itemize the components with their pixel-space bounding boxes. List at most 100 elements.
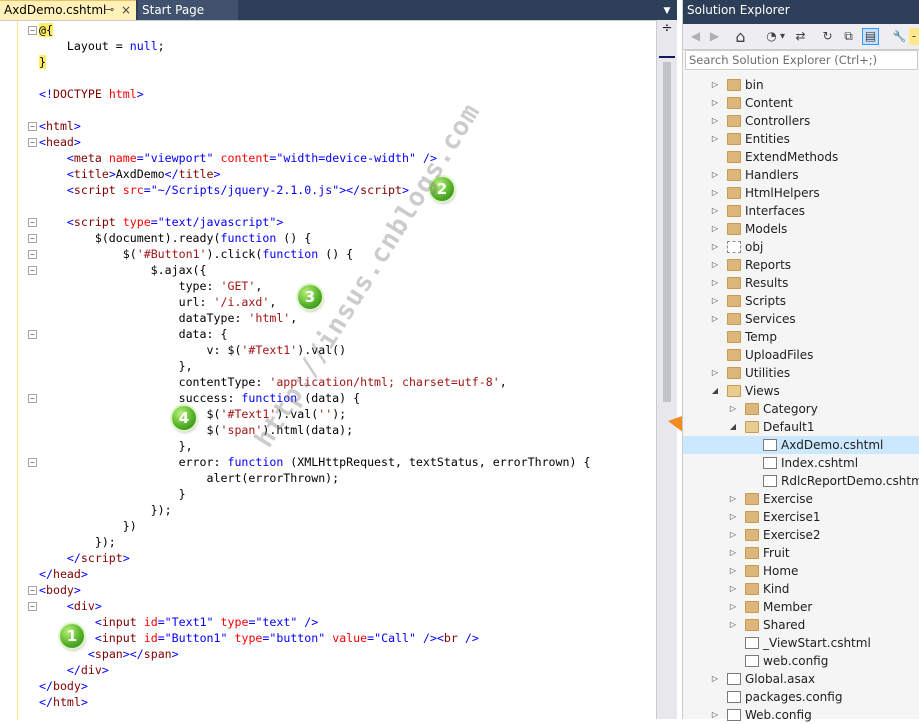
tree-item[interactable]: ExtendMethods [683,148,919,166]
explorer-search-box[interactable] [685,50,919,70]
collapsed-arrow-icon[interactable]: ▷ [728,562,738,580]
more-icon[interactable]: - [909,28,919,45]
collapsed-arrow-icon[interactable]: ▷ [710,310,720,328]
collapsed-arrow-icon[interactable]: ▷ [710,292,720,310]
code-token: function [227,455,284,469]
tree-item[interactable]: ▷ HtmlHelpers [683,184,919,202]
tree-item[interactable]: ◢ Default1 [683,418,919,436]
collapse-toggle-icon[interactable]: − [28,234,37,243]
tree-item[interactable]: ▷ obj [683,238,919,256]
expanded-arrow-icon[interactable]: ◢ [728,418,738,436]
properties-icon[interactable]: 🔧 [891,28,908,45]
collapse-toggle-icon[interactable]: − [28,330,37,339]
history-dropdown-icon[interactable]: ▾ [778,28,787,45]
tab-dropdown-icon[interactable]: ▼ [659,0,675,20]
tree-item[interactable]: AxdDemo.cshtml [683,436,919,454]
collapsed-arrow-icon[interactable]: ▷ [710,202,720,220]
collapsed-arrow-icon[interactable]: ▷ [710,220,720,238]
tree-item[interactable]: ▷ Exercise2 [683,526,919,544]
tree-item[interactable]: packages.config [683,688,919,706]
tree-item[interactable]: ▷ Exercise [683,490,919,508]
tree-item[interactable]: _ViewStart.cshtml [683,634,919,652]
tree-item[interactable]: ▷ Exercise1 [683,508,919,526]
tree-item[interactable]: ▷ Content [683,94,919,112]
sync-icon[interactable]: ⇄ [792,28,809,45]
tree-item[interactable]: ▷ Results [683,274,919,292]
collapsed-arrow-icon[interactable]: ▷ [728,580,738,598]
home-icon[interactable]: ⌂ [732,28,749,45]
code-area[interactable]: @{ Layout = null;} <!DOCTYPE html> <html> <… [0,20,656,720]
scroll-thumb[interactable] [663,62,671,402]
collapse-toggle-icon[interactable]: − [28,250,37,259]
tree-item[interactable]: ▷ Services [683,310,919,328]
tree-item[interactable]: ▷ Handlers [683,166,919,184]
collapsed-arrow-icon[interactable]: ▷ [710,256,720,274]
tree-item[interactable]: ▷ Shared [683,616,919,634]
explorer-search-input[interactable] [686,51,919,69]
collapsed-arrow-icon[interactable]: ▷ [710,238,720,256]
tree-item[interactable]: ▷ Web.config [683,706,919,724]
tree-item[interactable]: ▷ Models [683,220,919,238]
collapsed-arrow-icon[interactable]: ▷ [728,490,738,508]
tree-item[interactable]: ▷ Controllers [683,112,919,130]
collapsed-arrow-icon[interactable]: ▷ [710,76,720,94]
pin-icon[interactable]: ⊸ [105,0,114,20]
back-icon[interactable]: ◀ [687,28,704,45]
collapse-all-icon[interactable]: ⧉ [840,28,857,45]
collapse-toggle-icon[interactable]: − [28,394,37,403]
collapse-toggle-icon[interactable]: − [28,218,37,227]
collapsed-arrow-icon[interactable]: ▷ [710,184,720,202]
close-icon[interactable]: × [121,0,131,20]
refresh-icon[interactable]: ↻ [819,28,836,45]
collapse-toggle-icon[interactable]: − [28,602,37,611]
tree-item[interactable]: ▷ Kind [683,580,919,598]
collapsed-arrow-icon[interactable]: ▷ [710,706,720,724]
tab-axddemo[interactable]: AxdDemo.cshtml ⊸ × [0,0,136,20]
collapse-toggle-icon[interactable]: − [28,138,37,147]
expanded-arrow-icon[interactable]: ◢ [710,382,720,400]
tree-item[interactable]: Temp [683,328,919,346]
code-editor[interactable]: AxdDemo.cshtml ⊸ × Start Page ▼ @{ Layou… [0,0,677,720]
collapse-toggle-icon[interactable]: − [28,122,37,131]
tree-item[interactable]: ▷ Interfaces [683,202,919,220]
collapsed-arrow-icon[interactable]: ▷ [728,526,738,544]
tab-start-page[interactable]: Start Page [138,0,238,20]
collapse-toggle-icon[interactable]: − [28,458,37,467]
tree-item[interactable]: ▷ Home [683,562,919,580]
tree-item[interactable]: ▷ Reports [683,256,919,274]
collapsed-arrow-icon[interactable]: ▷ [728,508,738,526]
collapsed-arrow-icon[interactable]: ▷ [710,130,720,148]
tree-item[interactable]: UploadFiles [683,346,919,364]
tree-item[interactable]: ▷ Global.asax [683,670,919,688]
split-icon[interactable]: ÷ [660,22,674,36]
collapsed-arrow-icon[interactable]: ▷ [728,616,738,634]
collapsed-arrow-icon[interactable]: ▷ [710,274,720,292]
tree-item[interactable]: ▷ Entities [683,130,919,148]
tree-item[interactable]: ▷ Member [683,598,919,616]
tree-item[interactable]: ▷ bin [683,76,919,94]
code-line: </script> [39,550,130,566]
tree-item[interactable]: ◢ Views [683,382,919,400]
show-all-files-icon[interactable]: ▤ [862,28,879,45]
tree-item[interactable]: Index.cshtml [683,454,919,472]
forward-icon[interactable]: ▶ [706,28,723,45]
tree-item[interactable]: RdlcReportDemo.cshtml [683,472,919,490]
tree-item[interactable]: ▷ Fruit [683,544,919,562]
tree-item[interactable]: ▷ Scripts [683,292,919,310]
collapsed-arrow-icon[interactable]: ▷ [728,598,738,616]
collapse-toggle-icon[interactable]: − [28,266,37,275]
collapsed-arrow-icon[interactable]: ▷ [710,94,720,112]
vertical-scrollbar[interactable]: ÷ [656,20,677,719]
collapse-toggle-icon[interactable]: − [28,586,37,595]
collapsed-arrow-icon[interactable]: ▷ [728,400,738,418]
tree-item[interactable]: ▷ Utilities [683,364,919,382]
collapse-toggle-icon[interactable]: − [28,26,37,35]
tree-item[interactable]: web.config [683,652,919,670]
collapsed-arrow-icon[interactable]: ▷ [710,166,720,184]
collapsed-arrow-icon[interactable]: ▷ [710,364,720,382]
collapsed-arrow-icon[interactable]: ▷ [710,112,720,130]
collapsed-arrow-icon[interactable]: ▷ [728,544,738,562]
code-token: , [499,375,507,389]
collapsed-arrow-icon[interactable]: ▷ [710,670,720,688]
tree-item[interactable]: ▷ Category [683,400,919,418]
